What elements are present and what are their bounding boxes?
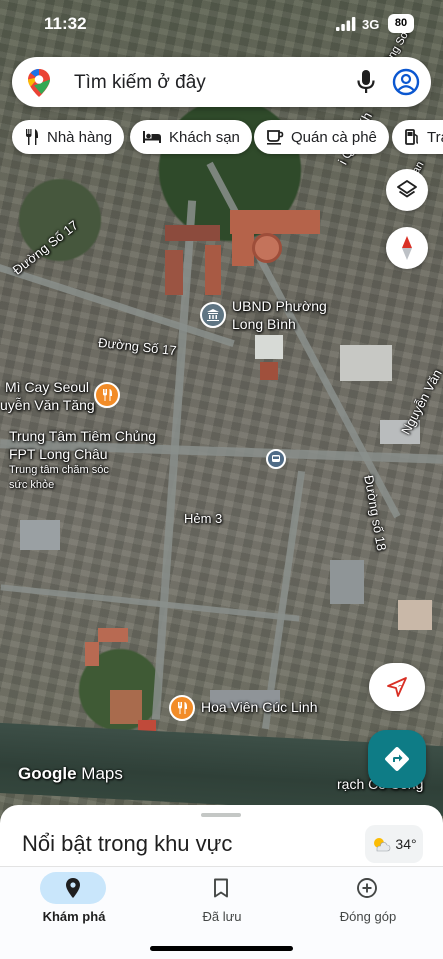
status-bar: 11:32 3G 80 [0,0,443,48]
watermark-maps: Maps [81,764,123,783]
bus-stop-icon[interactable] [266,449,286,469]
weather-temp: 34° [395,836,417,852]
battery-icon: 80 [388,14,414,33]
chip-gas[interactable]: Trạ [392,120,443,154]
chip-label: Trạ [427,128,443,146]
compass-icon [402,236,412,260]
building-roof [85,642,99,666]
building-roof [110,690,142,724]
chip-label: Nhà hàng [47,128,113,146]
chip-label: Quán cà phê [291,128,377,146]
location-arrow-icon: ? [387,677,407,697]
poi-label[interactable]: UBND Phường [232,298,327,314]
restaurant-poi-icon[interactable] [169,695,195,721]
coffee-icon [267,130,284,145]
building-roof [165,250,183,295]
directions-button[interactable] [368,730,426,788]
building-roof [165,225,220,241]
search-input[interactable]: Tìm kiếm ở đây [74,72,206,94]
nav-contribute-pill[interactable] [334,872,400,904]
weather-badge[interactable]: 34° [365,825,423,863]
poi-label[interactable]: FPT Long Châu [9,446,108,462]
explore-pin-icon [66,878,80,898]
watermark-google: Google [18,764,77,783]
mic-icon[interactable] [356,69,376,95]
building-roof [205,245,221,295]
bookmark-icon [214,878,228,898]
nav-contribute[interactable]: Đóng góp [294,867,442,959]
chip-hotels[interactable]: Khách sạn [130,120,252,154]
building-roof [260,362,278,380]
my-location-button[interactable]: ? [369,663,425,711]
compass-button[interactable] [386,227,428,269]
poi-sublabel: sức khỏe [9,479,55,491]
building-roof [98,628,128,642]
building-roof [398,600,432,630]
sheet-drag-handle[interactable] [201,813,241,817]
signal-icon [336,17,356,31]
home-indicator[interactable] [150,946,293,951]
add-circle-icon [357,878,377,898]
restaurant-icon [26,129,38,145]
gas-station-icon [405,129,419,145]
maps-logo-icon [28,69,50,97]
poi-label[interactable]: Trung Tâm Tiêm Chủng [9,428,156,444]
road-duong-so-17 [0,259,235,348]
bottom-sheet[interactable]: Nổi bật trong khu vực 34° [0,805,443,875]
nav-explore-pill[interactable] [40,872,106,904]
poi-sublabel: Trung tâm chăm sóc [9,464,109,476]
network-type: 3G [362,17,380,32]
status-time: 11:32 [44,14,87,33]
street-label: Nguyễn Văn [398,366,443,438]
building-roof [340,345,392,381]
poi-label[interactable]: Mì Cay Seoul [5,379,89,395]
poi-label[interactable]: uyễn Văn Tăng [0,397,95,413]
nav-label: Đóng góp [339,909,397,924]
building-roof [232,232,254,266]
hotel-icon [143,131,161,143]
layers-button[interactable] [386,169,428,211]
chip-label: Khách sạn [169,128,240,146]
restaurant-poi-icon[interactable] [94,382,120,408]
partly-cloudy-icon [374,838,391,852]
chip-restaurants[interactable]: Nhà hàng [12,120,125,154]
street-label: Đường Số 17 [9,217,81,278]
street-label: Hẻm 3 [184,511,223,526]
building-roof [20,520,60,550]
svg-text:?: ? [398,684,403,693]
google-maps-watermark: Google Maps [18,764,123,784]
nav-label: Đã lưu [202,909,242,924]
chip-cafes[interactable]: Quán cà phê [254,120,389,154]
building-roof [255,335,283,359]
government-poi-icon[interactable] [200,302,226,328]
sheet-title: Nổi bật trong khu vực [22,831,233,856]
poi-label[interactable]: Hoa Viên Cúc Linh [201,699,317,715]
road-lower [0,584,300,622]
nav-explore[interactable]: Khám phá [0,867,148,959]
account-icon[interactable] [392,68,420,96]
layers-icon [397,180,417,198]
street-label: Đường Số 17 [97,334,178,359]
nav-label: Khám phá [42,909,106,924]
nav-saved-pill[interactable] [188,872,254,904]
building-roof [252,233,282,263]
directions-icon [385,747,409,771]
poi-label[interactable]: Long Bình [232,316,296,332]
building-roof [230,210,320,234]
search-bar[interactable]: Tìm kiếm ở đây [12,57,431,107]
building-roof [330,560,364,604]
